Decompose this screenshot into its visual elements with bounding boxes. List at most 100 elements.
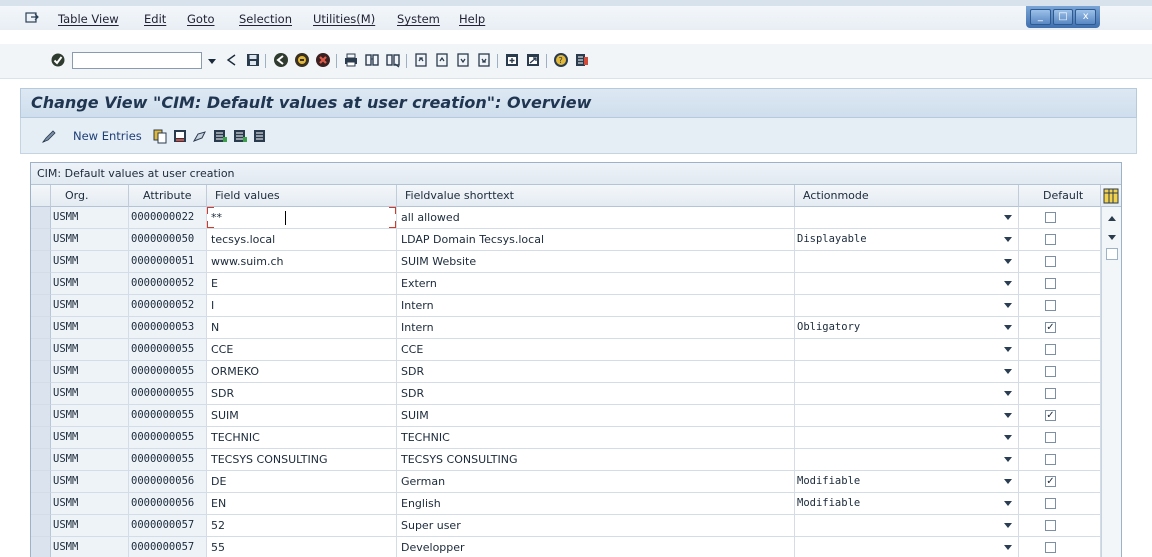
select-all-icon[interactable] [212, 128, 228, 144]
shortcut-icon[interactable] [525, 52, 541, 68]
deselect-all-icon[interactable] [252, 128, 268, 144]
col-header-org[interactable]: Org. [51, 185, 129, 207]
vertical-scrollbar[interactable] [1101, 207, 1121, 557]
select-all-rows-button[interactable] [31, 185, 51, 207]
chevron-down-icon[interactable] [1004, 347, 1012, 352]
actionmode-select[interactable] [795, 537, 1019, 557]
scroll-down-icon[interactable] [1107, 233, 1117, 241]
chevron-down-icon[interactable] [205, 52, 219, 69]
chevron-down-icon[interactable] [1004, 281, 1012, 286]
create-session-icon[interactable] [504, 52, 520, 68]
undo-change-icon[interactable] [192, 128, 208, 144]
col-header-attribute[interactable]: Attribute [129, 185, 207, 207]
menu-goto[interactable]: Goto [187, 12, 215, 26]
menu-utilities[interactable]: Utilities(M) [313, 12, 375, 26]
back-arrow-icon[interactable] [224, 52, 240, 68]
help-icon[interactable]: ? [553, 52, 569, 68]
field-value-input[interactable]: CCE [207, 339, 397, 361]
menu-system[interactable]: System [397, 12, 440, 26]
find-icon[interactable] [364, 52, 380, 68]
menu-table-view[interactable]: Table View [58, 12, 119, 26]
row-selector[interactable] [31, 515, 51, 537]
chevron-down-icon[interactable] [1004, 391, 1012, 396]
menu-edit[interactable]: Edit [144, 12, 166, 26]
shorttext-input[interactable]: Intern [397, 295, 795, 317]
field-value-input[interactable]: TECHNIC [207, 427, 397, 449]
chevron-down-icon[interactable] [1004, 237, 1012, 242]
customize-layout-icon[interactable] [574, 52, 590, 68]
shorttext-input[interactable]: SDR [397, 383, 795, 405]
menu-selection[interactable]: Selection [239, 12, 292, 26]
shorttext-input[interactable]: Super user [397, 515, 795, 537]
next-page-icon[interactable] [455, 52, 471, 68]
row-selector[interactable] [31, 405, 51, 427]
field-value-input[interactable]: www.suim.ch [207, 251, 397, 273]
shorttext-input[interactable]: SUIM Website [397, 251, 795, 273]
row-selector[interactable] [31, 427, 51, 449]
shorttext-input[interactable]: CCE [397, 339, 795, 361]
default-checkbox[interactable] [1045, 212, 1056, 223]
print-icon[interactable] [343, 52, 359, 68]
chevron-down-icon[interactable] [1004, 303, 1012, 308]
chevron-down-icon[interactable] [1004, 435, 1012, 440]
default-checkbox[interactable] [1045, 366, 1056, 377]
default-checkbox[interactable] [1045, 432, 1056, 443]
field-value-input[interactable]: N [207, 317, 397, 339]
row-selector[interactable] [31, 207, 51, 229]
default-checkbox[interactable] [1045, 278, 1056, 289]
chevron-down-icon[interactable] [1004, 479, 1012, 484]
row-selector[interactable] [31, 317, 51, 339]
actionmode-select[interactable] [795, 383, 1019, 405]
last-page-icon[interactable] [476, 52, 492, 68]
actionmode-select[interactable] [795, 449, 1019, 471]
save-icon[interactable] [245, 52, 261, 68]
default-checkbox[interactable]: ✓ [1045, 476, 1056, 487]
default-checkbox[interactable] [1045, 300, 1056, 311]
select-block-icon[interactable] [232, 128, 248, 144]
field-value-input[interactable]: 52 [207, 515, 397, 537]
field-value-input[interactable]: 55 [207, 537, 397, 557]
chevron-down-icon[interactable] [1004, 545, 1012, 550]
field-value-input[interactable]: E [207, 273, 397, 295]
shorttext-input[interactable]: TECHNIC [397, 427, 795, 449]
field-value-input[interactable]: SDR [207, 383, 397, 405]
actionmode-select[interactable] [795, 361, 1019, 383]
row-selector[interactable] [31, 229, 51, 251]
col-header-field-values[interactable]: Field values [207, 185, 397, 207]
menu-shortcut-icon[interactable] [25, 12, 39, 24]
row-selector[interactable] [31, 295, 51, 317]
find-next-icon[interactable] [385, 52, 401, 68]
actionmode-select[interactable]: Displayable [795, 229, 1019, 251]
row-selector[interactable] [31, 493, 51, 515]
minimize-button[interactable]: _ [1030, 9, 1051, 25]
default-checkbox[interactable] [1045, 344, 1056, 355]
maximize-button[interactable]: □ [1052, 9, 1074, 25]
exit-icon[interactable] [294, 52, 310, 68]
chevron-down-icon[interactable] [1004, 259, 1012, 264]
row-selector[interactable] [31, 273, 51, 295]
col-header-shorttext[interactable]: Fieldvalue shorttext [397, 185, 795, 207]
row-selector[interactable] [31, 537, 51, 557]
actionmode-select[interactable] [795, 295, 1019, 317]
shorttext-input[interactable]: Developper [397, 537, 795, 557]
shorttext-input[interactable]: Extern [397, 273, 795, 295]
default-checkbox[interactable] [1045, 498, 1056, 509]
actionmode-select[interactable] [795, 273, 1019, 295]
field-value-input[interactable]: ** [207, 207, 397, 229]
shorttext-input[interactable]: all allowed [397, 207, 795, 229]
scrollbar-thumb[interactable] [1106, 248, 1118, 260]
default-checkbox[interactable] [1045, 388, 1056, 399]
shorttext-input[interactable]: SDR [397, 361, 795, 383]
command-field[interactable] [72, 52, 202, 69]
new-entries-button[interactable]: New Entries [73, 129, 142, 143]
cancel-icon[interactable] [315, 52, 331, 68]
chevron-down-icon[interactable] [1004, 215, 1012, 220]
field-value-input[interactable]: ORMEKO [207, 361, 397, 383]
actionmode-select[interactable]: Modifiable [795, 471, 1019, 493]
shorttext-input[interactable]: Intern [397, 317, 795, 339]
col-header-default[interactable]: Default [1019, 185, 1101, 207]
default-checkbox[interactable] [1045, 256, 1056, 267]
field-value-input[interactable]: SUIM [207, 405, 397, 427]
row-selector[interactable] [31, 251, 51, 273]
actionmode-select[interactable] [795, 427, 1019, 449]
